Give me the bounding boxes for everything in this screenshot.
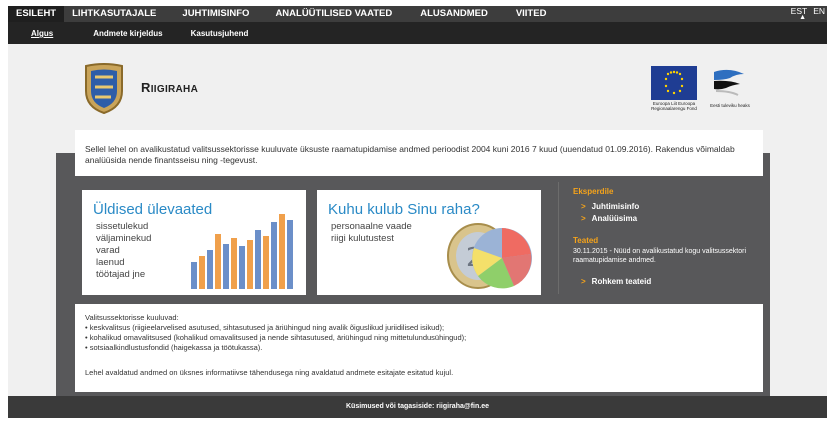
link-juhtimisinfo-label: Juhtimisinfo (591, 202, 640, 211)
spending-card-subtitle: personaalne vaade riigi kulutustest (331, 221, 412, 245)
nav-item-lihtkasutajale[interactable]: LIHTKASUTAJALE (64, 6, 164, 22)
more-news-label: Rohkem teateid (591, 277, 652, 286)
notice-bullet: • kohalikud omavalitsused (kohalikud oma… (85, 333, 467, 342)
spending-card-line: personaalne vaade (331, 221, 412, 232)
subnav-item-algus[interactable]: Algus (31, 29, 53, 38)
lang-en[interactable]: EN (813, 6, 825, 16)
notice-heading: Valitsussektorisse kuuluvad: (85, 313, 179, 322)
overviews-card[interactable]: Üldised ülevaated sissetulekud väljamine… (82, 190, 306, 295)
estonia-logo-caption: Eesti tuleviku heaks (710, 103, 750, 108)
experts-heading: Eksperdile (573, 187, 614, 196)
euro-coin-pie-icon: 2 (447, 223, 532, 289)
estonia-swoosh-icon (714, 69, 744, 96)
sidebar-divider (558, 182, 559, 294)
link-juhtimisinfo[interactable]: > Juhtimisinfo (581, 202, 639, 211)
chevron-right-icon: > (581, 202, 586, 211)
chevron-right-icon: > (581, 277, 586, 286)
news-text: 30.11.2015 - Nüüd on avalikustatud kogu … (573, 248, 747, 264)
language-switcher: EST EN (791, 6, 827, 16)
chevron-right-icon: > (581, 214, 586, 223)
news-heading: Teated (573, 236, 599, 245)
overviews-item: töötajad jne (96, 269, 146, 280)
nav-item-analyytilised-vaated[interactable]: ANALÜÜTILISED VAATED (267, 6, 400, 22)
disclaimer-text: Lehel avaldatud andmed on üksnes informa… (85, 368, 454, 377)
language-arrow-icon: ▲ (799, 14, 806, 21)
intro-text: Sellel lehel on avalikustatud valitsusse… (85, 144, 735, 165)
eu-flag-icon (651, 66, 697, 100)
coat-of-arms-icon[interactable] (82, 63, 126, 115)
top-navigation: ESILEHT LIHTKASUTAJALE JUHTIMISINFO ANAL… (8, 6, 827, 22)
overviews-item: sissetulekud (96, 221, 149, 232)
nav-item-juhtimisinfo[interactable]: JUHTIMISINFO (174, 6, 257, 22)
bar-chart-icon (191, 214, 293, 289)
spending-card-line: riigi kulutustest (331, 233, 394, 244)
sidebar: Eksperdile > Juhtimisinfo > Analüüsima Tea… (561, 180, 766, 298)
link-analyysima[interactable]: > Analüüsima (581, 214, 637, 223)
site-header: RIIGIRAHA Euroopa Liit Euroopa Regionaal… (75, 58, 765, 128)
intro-panel: Sellel lehel on avalikustatud valitsusse… (75, 130, 763, 176)
nav-item-alusandmed[interactable]: ALUSANDMED (412, 6, 496, 22)
footer: Küsimused või tagasiside: riigiraha@fin.… (8, 396, 827, 418)
overviews-item: laenud (96, 257, 125, 268)
nav-item-esileht[interactable]: ESILEHT (8, 6, 65, 22)
notice-bullet: • sotsiaalkindlustusfondid (haigekassa j… (85, 343, 263, 352)
site-title-initial: R (141, 80, 151, 95)
notice-bullet-text: sotsiaalkindlustusfondid (haigekassa ja … (89, 343, 263, 352)
link-analyysima-label: Analüüsima (591, 214, 638, 223)
notice-bullet: • keskvalitsus (riigieelarvelised asutus… (85, 323, 445, 332)
eu-logo-caption: Euroopa Liit Euroopa Regionaalarengu Fon… (651, 101, 697, 111)
sub-navigation: Algus Andmete kirjeldus Kasutusjuhend (8, 22, 827, 44)
notice-bullet-text: kohalikud omavalitsused (kohalikud omava… (89, 333, 467, 342)
notice-bullet-text: keskvalitsus (riigieelarvelised asutused… (89, 323, 445, 332)
overviews-item: varad (96, 245, 120, 256)
overviews-card-list: sissetulekud väljaminekud varad laenud t… (96, 221, 151, 281)
sector-notice-panel: Valitsussektorisse kuuluvad: • keskvalit… (75, 304, 763, 392)
subnav-item-kasutusjuhend[interactable]: Kasutusjuhend (191, 29, 249, 38)
spending-card[interactable]: Kuhu kulub Sinu raha? personaalne vaade … (317, 190, 541, 295)
site-title-rest: IIGIRAHA (150, 84, 199, 95)
nav-item-viited[interactable]: VIITED (508, 6, 555, 22)
site-title[interactable]: RIIGIRAHA (141, 80, 198, 95)
overviews-item: väljaminekud (96, 233, 152, 244)
footer-contact[interactable]: Küsimused või tagasiside: riigiraha@fin.… (346, 403, 489, 410)
subnav-item-andmete-kirjeldus[interactable]: Andmete kirjeldus (93, 29, 162, 38)
more-news-link[interactable]: > Rohkem teateid (581, 277, 651, 286)
